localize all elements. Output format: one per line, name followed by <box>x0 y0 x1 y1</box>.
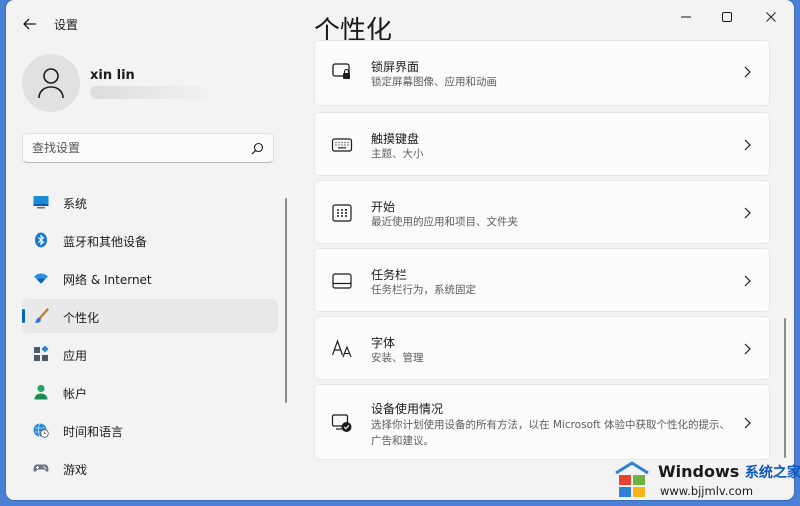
user-profile[interactable]: xin lin <box>22 54 282 118</box>
maximize-icon <box>722 12 732 22</box>
search-input[interactable] <box>32 140 232 156</box>
start-icon <box>332 204 352 222</box>
card-subtitle: 选择你计划使用设备的所有方法，以在 Microsoft 体验中获取个性化的提示、… <box>371 419 730 447</box>
sidebar-item-label: 蓝牙和其他设备 <box>63 235 148 249</box>
chevron-right-icon <box>744 207 751 219</box>
windows-logo-icon <box>615 461 649 497</box>
chevron-right-icon <box>744 417 751 429</box>
card-subtitle: 主题、大小 <box>371 148 424 160</box>
watermark: Windows 系统之家 www.bjjmlv.com <box>598 454 800 506</box>
sidebar-item-time-language[interactable]: 时间和语言 <box>22 413 278 447</box>
close-button[interactable] <box>751 6 791 28</box>
monitor-icon <box>33 196 49 209</box>
sidebar-item-apps[interactable]: 应用 <box>22 337 278 371</box>
card-title: 开始 <box>371 200 396 214</box>
chevron-right-icon <box>744 275 751 287</box>
close-icon <box>766 12 776 22</box>
wifi-icon <box>34 273 48 284</box>
sidebar-item-label: 网络 & Internet <box>63 273 152 287</box>
chevron-right-icon <box>744 66 751 78</box>
bluetooth-icon <box>35 232 47 248</box>
sidebar-item-system[interactable]: 系统 <box>22 185 278 219</box>
brush-icon <box>34 308 49 323</box>
back-button[interactable] <box>18 12 42 36</box>
maximize-button[interactable] <box>707 6 747 28</box>
font-icon <box>331 339 352 358</box>
keyboard-icon <box>331 138 353 152</box>
card-subtitle: 锁定屏幕图像、应用和动画 <box>371 76 497 88</box>
apps-icon <box>34 346 49 361</box>
app-title: 设置 <box>54 18 79 32</box>
sidebar-scrollbar[interactable] <box>285 198 287 403</box>
person-icon <box>38 68 64 99</box>
watermark-brand: Windows <box>658 462 740 481</box>
globe-clock-icon <box>33 423 49 438</box>
user-email-redacted <box>90 86 208 99</box>
sidebar-item-label: 应用 <box>63 349 88 363</box>
card-subtitle: 最近使用的应用和项目、文件夹 <box>371 216 518 228</box>
chevron-right-icon <box>744 343 751 355</box>
sidebar-item-label: 个性化 <box>63 311 100 325</box>
card-title: 设备使用情况 <box>371 402 444 416</box>
setting-card-device-usage[interactable]: 设备使用情况 选择你计划使用设备的所有方法，以在 Microsoft 体验中获取… <box>314 384 770 460</box>
sidebar-item-label: 时间和语言 <box>63 425 124 439</box>
sidebar-nav: 系统 蓝牙和其他设备 网络 & Internet 个性化 应用 帐户 时间和语言… <box>22 185 278 489</box>
setting-card-taskbar[interactable]: 任务栏 任务栏行为，系统固定 <box>314 248 770 312</box>
gamepad-icon <box>33 464 49 472</box>
taskbar-icon <box>332 273 352 289</box>
setting-card-fonts[interactable]: 字体 安装、管理 <box>314 316 770 380</box>
setting-card-lock-screen[interactable]: 锁屏界面 锁定屏幕图像、应用和动画 <box>314 40 770 106</box>
sidebar-item-gaming[interactable]: 游戏 <box>22 451 278 485</box>
sidebar-item-network[interactable]: 网络 & Internet <box>22 261 278 295</box>
selection-indicator <box>22 309 25 323</box>
sidebar-item-label: 游戏 <box>63 463 88 477</box>
chevron-right-icon <box>744 139 751 151</box>
minimize-button[interactable] <box>666 6 706 28</box>
sidebar-item-personalization[interactable]: 个性化 <box>22 299 278 333</box>
content-scrollbar[interactable] <box>784 318 786 458</box>
card-title: 锁屏界面 <box>371 60 420 74</box>
setting-card-touch-keyboard[interactable]: 触摸键盘 主题、大小 <box>314 112 770 176</box>
sidebar-item-label: 帐户 <box>63 387 88 401</box>
settings-window: 设置 xin lin 查找设置 系统 蓝牙和其他设备 网络 & Internet… <box>6 0 794 500</box>
card-subtitle: 任务栏行为，系统固定 <box>371 284 476 296</box>
setting-card-start[interactable]: 开始 最近使用的应用和项目、文件夹 <box>314 180 770 244</box>
watermark-cn: 系统之家 <box>744 465 800 481</box>
search-icon[interactable] <box>251 142 264 155</box>
card-title: 触摸键盘 <box>371 132 420 146</box>
watermark-url: www.bjjmlv.com <box>660 484 754 498</box>
card-title: 字体 <box>371 336 396 350</box>
lock-screen-icon <box>332 63 350 79</box>
search-box <box>22 133 274 163</box>
sidebar-item-accounts[interactable]: 帐户 <box>22 375 278 409</box>
sidebar-item-label: 系统 <box>63 197 88 211</box>
arrow-left-icon <box>23 18 36 30</box>
sidebar-item-bluetooth[interactable]: 蓝牙和其他设备 <box>22 223 278 257</box>
card-subtitle: 安装、管理 <box>371 352 424 364</box>
watermark-title: Windows 系统之家 <box>658 462 800 482</box>
minimize-icon <box>681 16 691 18</box>
device-usage-icon <box>331 414 352 432</box>
user-name: xin lin <box>90 68 135 83</box>
avatar <box>22 54 80 112</box>
card-title: 任务栏 <box>371 268 408 282</box>
account-icon <box>34 384 48 400</box>
